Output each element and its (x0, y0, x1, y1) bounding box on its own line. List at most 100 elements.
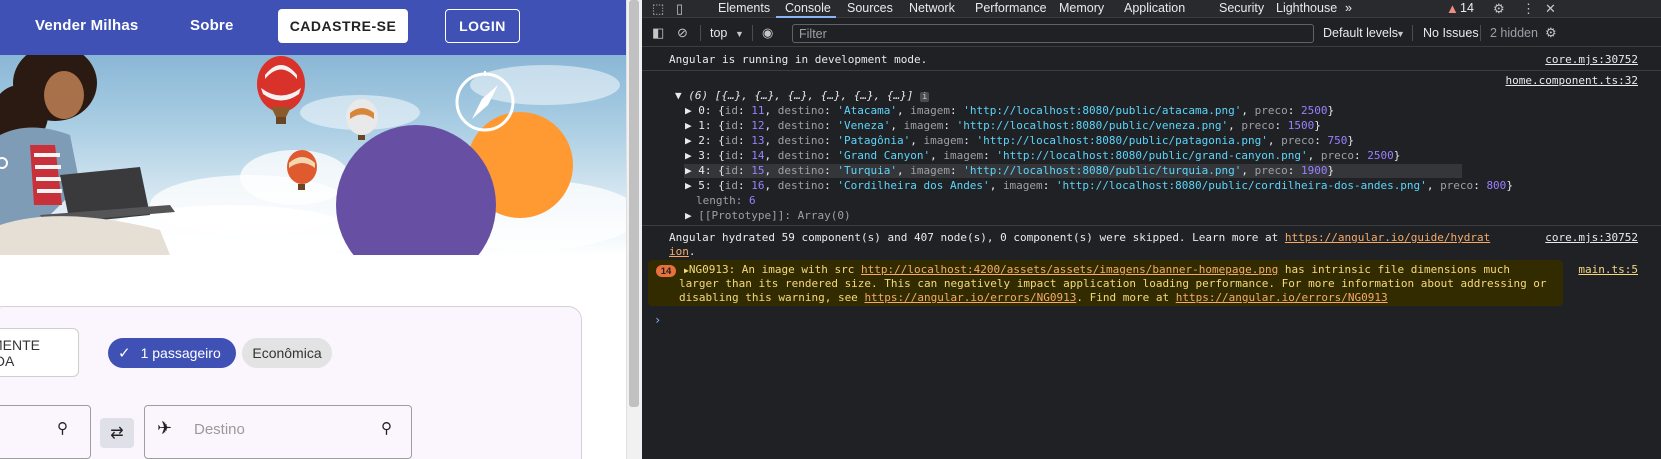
collapsed-triangle-icon: ▶ (685, 104, 692, 117)
warning-line-1[interactable]: ▶NG0913: An image with src http://localh… (684, 263, 1510, 278)
web-page: Vender Milhas Sobre CADASTRE-SE LOGIN EN… (0, 0, 626, 459)
tab-sources[interactable]: Sources (847, 1, 893, 15)
tab-network[interactable]: Network (909, 1, 955, 15)
signup-button[interactable]: CADASTRE-SE (278, 9, 408, 43)
nav-about-link[interactable]: Sobre (190, 17, 234, 34)
image-src-link[interactable]: http://localhost:4200/assets/assets/imag… (861, 263, 1278, 276)
repeat-count-badge: 14 (656, 265, 676, 277)
banner-illustration (0, 55, 573, 255)
destination-field[interactable]: ✈ ⚲ (144, 405, 412, 459)
more-options-icon[interactable]: ⋮ (1522, 2, 1535, 16)
collapsed-triangle-icon: ▶ (685, 134, 692, 147)
collapsed-triangle-icon: ▶ (685, 119, 692, 132)
active-tab-indicator (776, 16, 836, 18)
info-badge-icon: i (920, 92, 930, 102)
chevron-down-icon: ▼ (1396, 29, 1405, 39)
balloon-icon (346, 99, 378, 140)
toolbar-divider (752, 25, 753, 41)
toolbar-divider (1412, 25, 1413, 41)
check-icon: ✓ (118, 345, 131, 362)
console-settings-gear-icon[interactable]: ⚙ (1545, 26, 1557, 40)
balloon-icon (257, 56, 305, 124)
message-divider (642, 225, 1661, 226)
message-divider (642, 70, 1661, 71)
clear-console-icon[interactable]: ⊘ (677, 26, 688, 40)
device-toolbar-icon[interactable]: ▯ (676, 2, 683, 16)
array-item-row[interactable]: ▶ 1: {id: 12, destino: 'Veneza', imagem:… (685, 119, 1321, 133)
devtools-panel: ⬚ ▯ Elements Console Sources Network Per… (642, 0, 1661, 459)
eye-icon[interactable]: ◉ (762, 26, 773, 40)
source-link[interactable]: core.mjs:30752 (1545, 231, 1638, 244)
length-value: 6 (749, 194, 756, 207)
cabin-class-chip[interactable]: Econômica (242, 338, 332, 368)
collapsed-triangle-icon: ▶ (685, 209, 692, 222)
woman-with-laptop-image (0, 55, 175, 255)
destination-placeholder: Destino (194, 421, 245, 438)
hydration-doc-link-cont[interactable]: ion (669, 245, 689, 258)
log-levels-dropdown[interactable]: Default levels (1323, 26, 1398, 40)
warning-line-3: disabling this warning, see https://angu… (679, 291, 1388, 304)
prototype-label: [[Prototype]]: Array(0) (698, 209, 851, 222)
array-item-row[interactable]: ▶ 3: {id: 14, destino: 'Grand Canyon', i… (685, 149, 1400, 163)
warning-triangle-icon[interactable]: ▲ (1446, 2, 1459, 16)
search-icon: ⚲ (381, 420, 392, 437)
tab-security[interactable]: Security (1219, 1, 1264, 15)
array-expander[interactable]: ▼ (6) [{…}, {…}, {…}, {…}, {…}, {…}] i (675, 89, 930, 104)
tab-lighthouse[interactable]: Lighthouse (1276, 1, 1337, 15)
inspect-element-icon[interactable]: ⬚ (652, 2, 664, 16)
array-item-row[interactable]: ▶ 4: {id: 15, destino: 'Turquia', imagem… (685, 164, 1334, 178)
origin-field[interactable]: ⚲ (0, 405, 91, 459)
trip-type-toggle[interactable]: MENTE IDA (0, 328, 79, 377)
passengers-chip-label: 1 passageiro (140, 345, 221, 361)
tab-application[interactable]: Application (1124, 1, 1185, 15)
hero-banner (0, 55, 626, 255)
filter-placeholder: Filter (799, 27, 827, 41)
error-doc-link[interactable]: https://angular.io/errors/NG0913 (864, 291, 1076, 304)
length-key: length (696, 194, 736, 207)
passengers-chip[interactable]: ✓ 1 passageiro (108, 338, 236, 368)
chevron-down-icon: ▼ (735, 29, 744, 39)
page-scrollbar-thumb[interactable] (629, 0, 639, 407)
issue-count[interactable]: 14 (1460, 1, 1474, 15)
console-message: Angular is running in development mode. (669, 53, 928, 66)
warning-line-2: larger than its rendered size. This can … (679, 277, 1547, 290)
swap-arrows-icon: ⇄ (110, 425, 124, 442)
gear-icon[interactable]: ⚙ (1493, 2, 1505, 16)
console-prompt[interactable]: › (654, 313, 661, 327)
console-output: Angular is running in development mode. … (642, 48, 1661, 459)
issues-status[interactable]: No Issues (1423, 26, 1479, 40)
tab-performance[interactable]: Performance (975, 1, 1047, 15)
toolbar-divider (1480, 25, 1481, 41)
error-doc-link[interactable]: https://angular.io/errors/NG0913 (1176, 291, 1388, 304)
source-link[interactable]: main.ts:5 (1578, 263, 1638, 276)
collapsed-triangle-icon: ▶ (685, 149, 692, 162)
collapsed-triangle-icon: ▶ (685, 179, 692, 192)
close-icon[interactable]: ✕ (1545, 2, 1556, 16)
context-selector[interactable]: top (710, 26, 727, 40)
airplane-icon: ✈ (157, 418, 173, 438)
source-link[interactable]: core.mjs:30752 (1545, 53, 1638, 66)
collapsed-triangle-icon: ▶ (685, 164, 692, 177)
tab-memory[interactable]: Memory (1059, 1, 1104, 15)
expand-triangle-icon: ▼ (675, 89, 682, 102)
tab-elements[interactable]: Elements (718, 1, 770, 15)
balloon-icon (287, 150, 317, 190)
devtools-tab-bar: ⬚ ▯ Elements Console Sources Network Per… (642, 0, 1661, 18)
top-navbar: Vender Milhas Sobre CADASTRE-SE LOGIN (0, 0, 626, 55)
array-item-row[interactable]: ▶ 2: {id: 13, destino: 'Patagônia', imag… (685, 134, 1354, 148)
swap-locations-button[interactable]: ⇄ (100, 418, 134, 448)
array-item-row[interactable]: ▶ 0: {id: 11, destino: 'Atacama', imagem… (685, 104, 1334, 118)
search-icon: ⚲ (57, 420, 68, 437)
hydration-doc-link[interactable]: https://angular.io/guide/hydrat (1285, 231, 1490, 244)
array-summary: (6) [{…}, {…}, {…}, {…}, {…}, {…}] (688, 89, 914, 102)
array-item-row[interactable]: ▶ 5: {id: 16, destino: 'Cordilheira dos … (685, 179, 1513, 193)
prototype-row[interactable]: ▶ [[Prototype]]: Array(0) (685, 209, 851, 223)
filter-input[interactable]: Filter (792, 24, 1314, 43)
tab-console[interactable]: Console (785, 1, 831, 15)
more-tabs-chevron-icon[interactable]: » (1345, 1, 1352, 15)
login-button[interactable]: LOGIN (445, 9, 520, 43)
compass-icon (455, 71, 515, 132)
nav-sell-miles-link[interactable]: Vender Milhas (35, 17, 138, 34)
source-link[interactable]: home.component.ts:32 (1506, 74, 1638, 87)
sidebar-toggle-icon[interactable]: ◧ (652, 26, 664, 40)
